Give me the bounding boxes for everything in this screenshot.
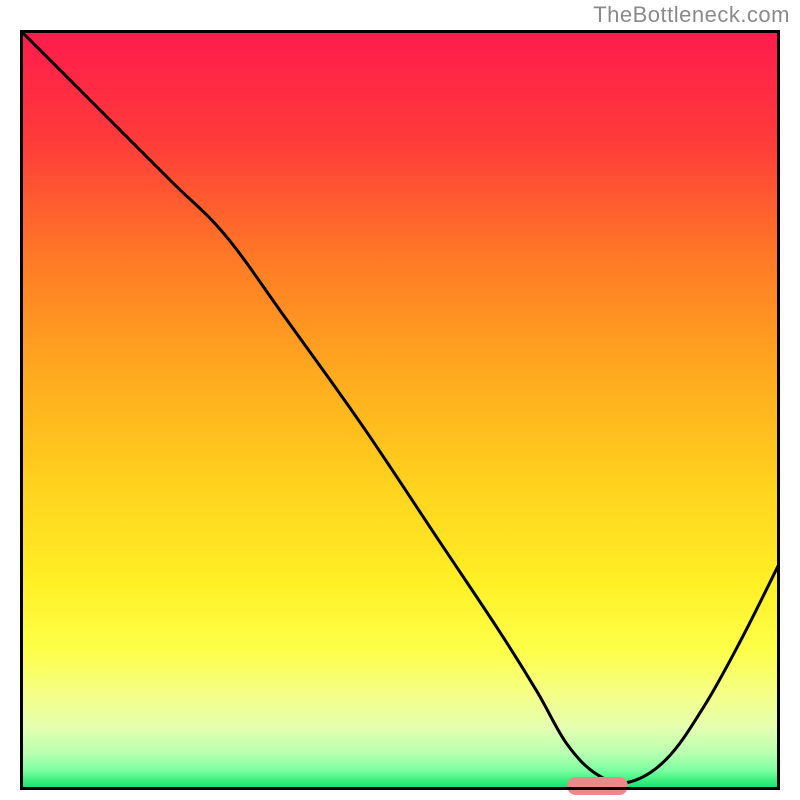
- optimal-range-marker: [567, 777, 628, 795]
- chart-plot-area: [20, 30, 780, 790]
- bottleneck-curve: [20, 30, 780, 783]
- chart-svg: [20, 30, 780, 790]
- attribution-text: TheBottleneck.com: [593, 2, 790, 28]
